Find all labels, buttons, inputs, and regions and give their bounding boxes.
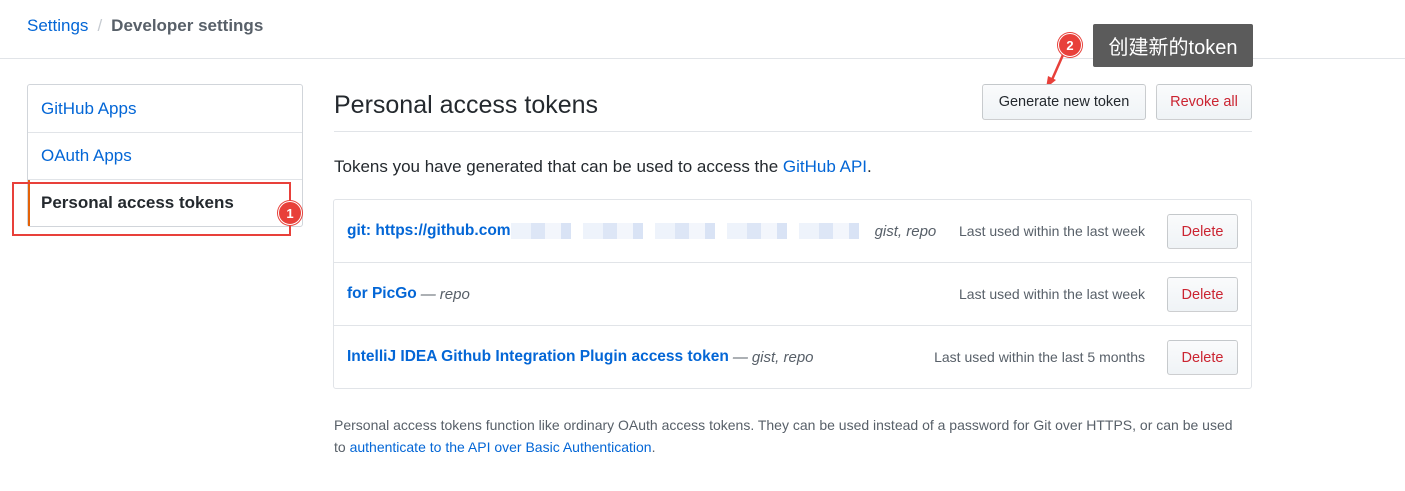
- token-name: IntelliJ IDEA Github Integration Plugin …: [347, 326, 814, 388]
- annotation-tooltip: 创建新的token: [1093, 24, 1253, 67]
- token-last-used: Last used within the last 5 months: [934, 349, 1145, 365]
- basic-auth-link[interactable]: authenticate to the API over Basic Authe…: [350, 439, 652, 455]
- token-name: git: https://github.com gist, repo: [347, 200, 936, 262]
- sidebar-item-github-apps[interactable]: GitHub Apps: [28, 85, 302, 132]
- github-api-link[interactable]: GitHub API: [783, 157, 867, 176]
- token-last-used: Last used within the last week: [959, 286, 1145, 302]
- breadcrumb-current: Developer settings: [111, 16, 264, 35]
- annotation-step-badge-2: 2: [1058, 33, 1082, 57]
- sidebar-item-label: GitHub Apps: [41, 98, 137, 118]
- breadcrumb-separator: /: [97, 16, 103, 35]
- token-row: for PicGo — repo Last used within the la…: [334, 262, 1251, 325]
- token-row: IntelliJ IDEA Github Integration Plugin …: [334, 325, 1251, 388]
- token-scopes-separator: —: [420, 285, 436, 303]
- token-row: git: https://github.com gist, repo Last …: [334, 200, 1251, 262]
- token-name: for PicGo — repo: [347, 263, 470, 325]
- token-scopes: gist, repo: [751, 348, 814, 366]
- token-link[interactable]: git: https://github.com: [347, 222, 511, 240]
- token-scopes: repo: [439, 285, 470, 303]
- token-link[interactable]: for PicGo: [347, 285, 417, 303]
- intro-end: .: [867, 157, 872, 176]
- revoke-all-button[interactable]: Revoke all: [1156, 84, 1252, 120]
- sidebar-item-label: OAuth Apps: [41, 146, 132, 165]
- token-link[interactable]: IntelliJ IDEA Github Integration Plugin …: [347, 348, 729, 366]
- breadcrumb-settings-link[interactable]: Settings: [27, 16, 88, 36]
- intro-text: Tokens you have generated that can be us…: [334, 157, 783, 176]
- tokens-intro-text: Tokens you have generated that can be us…: [334, 156, 872, 178]
- title-divider: [334, 131, 1252, 132]
- token-scopes-separator: —: [732, 348, 748, 366]
- delete-token-button[interactable]: Delete: [1167, 340, 1238, 375]
- annotation-step-badge-1: 1: [278, 201, 302, 225]
- redacted-url: [510, 223, 871, 239]
- sidebar-item-oauth-apps[interactable]: OAuth Apps: [28, 132, 302, 179]
- tokens-list: git: https://github.com gist, repo Last …: [333, 199, 1252, 389]
- delete-token-button[interactable]: Delete: [1167, 277, 1238, 312]
- page-title: Personal access tokens: [334, 91, 599, 119]
- token-scopes: gist, repo: [874, 222, 937, 240]
- footnote-end: .: [651, 439, 656, 455]
- breadcrumb: Settings / Developer settings: [27, 15, 263, 37]
- tokens-footnote: Personal access tokens function like ord…: [334, 414, 1244, 458]
- delete-token-button[interactable]: Delete: [1167, 214, 1238, 249]
- annotation-highlight-box: [12, 182, 291, 236]
- token-last-used: Last used within the last week: [959, 223, 1145, 239]
- generate-new-token-button[interactable]: Generate new token: [982, 84, 1146, 120]
